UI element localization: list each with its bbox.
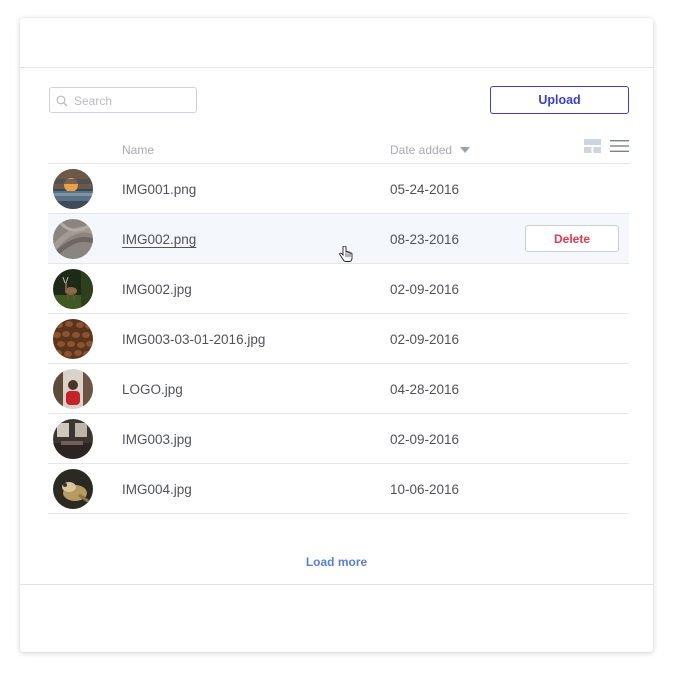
upload-button[interactable]: Upload xyxy=(490,86,629,114)
sort-caret-down-icon[interactable] xyxy=(460,147,471,153)
table-row[interactable]: LOGO.jpg 04-28-2016 xyxy=(48,364,629,414)
file-name[interactable]: IMG004.jpg xyxy=(122,482,192,497)
thumbnail-feather-texture xyxy=(53,219,93,259)
toolbar: Upload xyxy=(49,86,629,114)
file-date: 02-09-2016 xyxy=(390,332,460,347)
column-header-date-added[interactable]: Date added xyxy=(390,143,471,157)
table-row[interactable]: IMG002.jpg 02-09-2016 xyxy=(48,264,629,314)
hand-pointer-icon xyxy=(339,246,353,262)
file-date: 05-24-2016 xyxy=(390,182,460,197)
column-header-name[interactable]: Name xyxy=(122,143,154,157)
file-date: 02-09-2016 xyxy=(390,432,460,447)
delete-button[interactable]: Delete xyxy=(525,225,619,252)
table-row[interactable]: IMG003.jpg 02-09-2016 xyxy=(48,414,629,464)
load-more-link[interactable]: Load more xyxy=(20,555,653,569)
file-date: 08-23-2016 xyxy=(390,232,460,247)
list-view-icon[interactable] xyxy=(610,139,629,153)
thumbnail-coffee-beans xyxy=(53,319,93,359)
table-header: Name Date added xyxy=(48,138,629,164)
thumbnail-sunset-sea xyxy=(53,169,93,209)
file-name[interactable]: LOGO.jpg xyxy=(122,382,183,397)
footer-divider xyxy=(20,584,653,585)
file-manager-card: Upload Name Date added xyxy=(20,18,653,652)
table-row[interactable]: IMG004.jpg 10-06-2016 xyxy=(48,464,629,514)
thumbnail-bird-hand xyxy=(53,469,93,509)
file-name[interactable]: IMG002.png xyxy=(122,232,196,247)
thumbnail-person-red-shirt xyxy=(53,369,93,409)
table-row[interactable]: IMG003-03-01-2016.jpg 02-09-2016 xyxy=(48,314,629,364)
thumbnail-deer-forest xyxy=(53,269,93,309)
card-header xyxy=(20,18,653,68)
file-table: Name Date added IMG001.png 05-24-2016 IM… xyxy=(48,138,629,514)
file-date: 10-06-2016 xyxy=(390,482,460,497)
file-date: 02-09-2016 xyxy=(390,282,460,297)
file-name[interactable]: IMG002.jpg xyxy=(122,282,192,297)
file-name[interactable]: IMG003-03-01-2016.jpg xyxy=(122,332,265,347)
file-name[interactable]: IMG001.png xyxy=(122,182,196,197)
search-input[interactable] xyxy=(72,91,196,111)
table-row[interactable]: IMG001.png 05-24-2016 xyxy=(48,164,629,214)
search-icon xyxy=(56,95,68,107)
grid-view-icon[interactable] xyxy=(584,139,601,153)
column-header-date-label: Date added xyxy=(390,143,453,157)
file-name[interactable]: IMG003.jpg xyxy=(122,432,192,447)
file-date: 04-28-2016 xyxy=(390,382,460,397)
thumbnail-cafe-interior xyxy=(53,419,93,459)
search-box[interactable] xyxy=(49,87,197,113)
